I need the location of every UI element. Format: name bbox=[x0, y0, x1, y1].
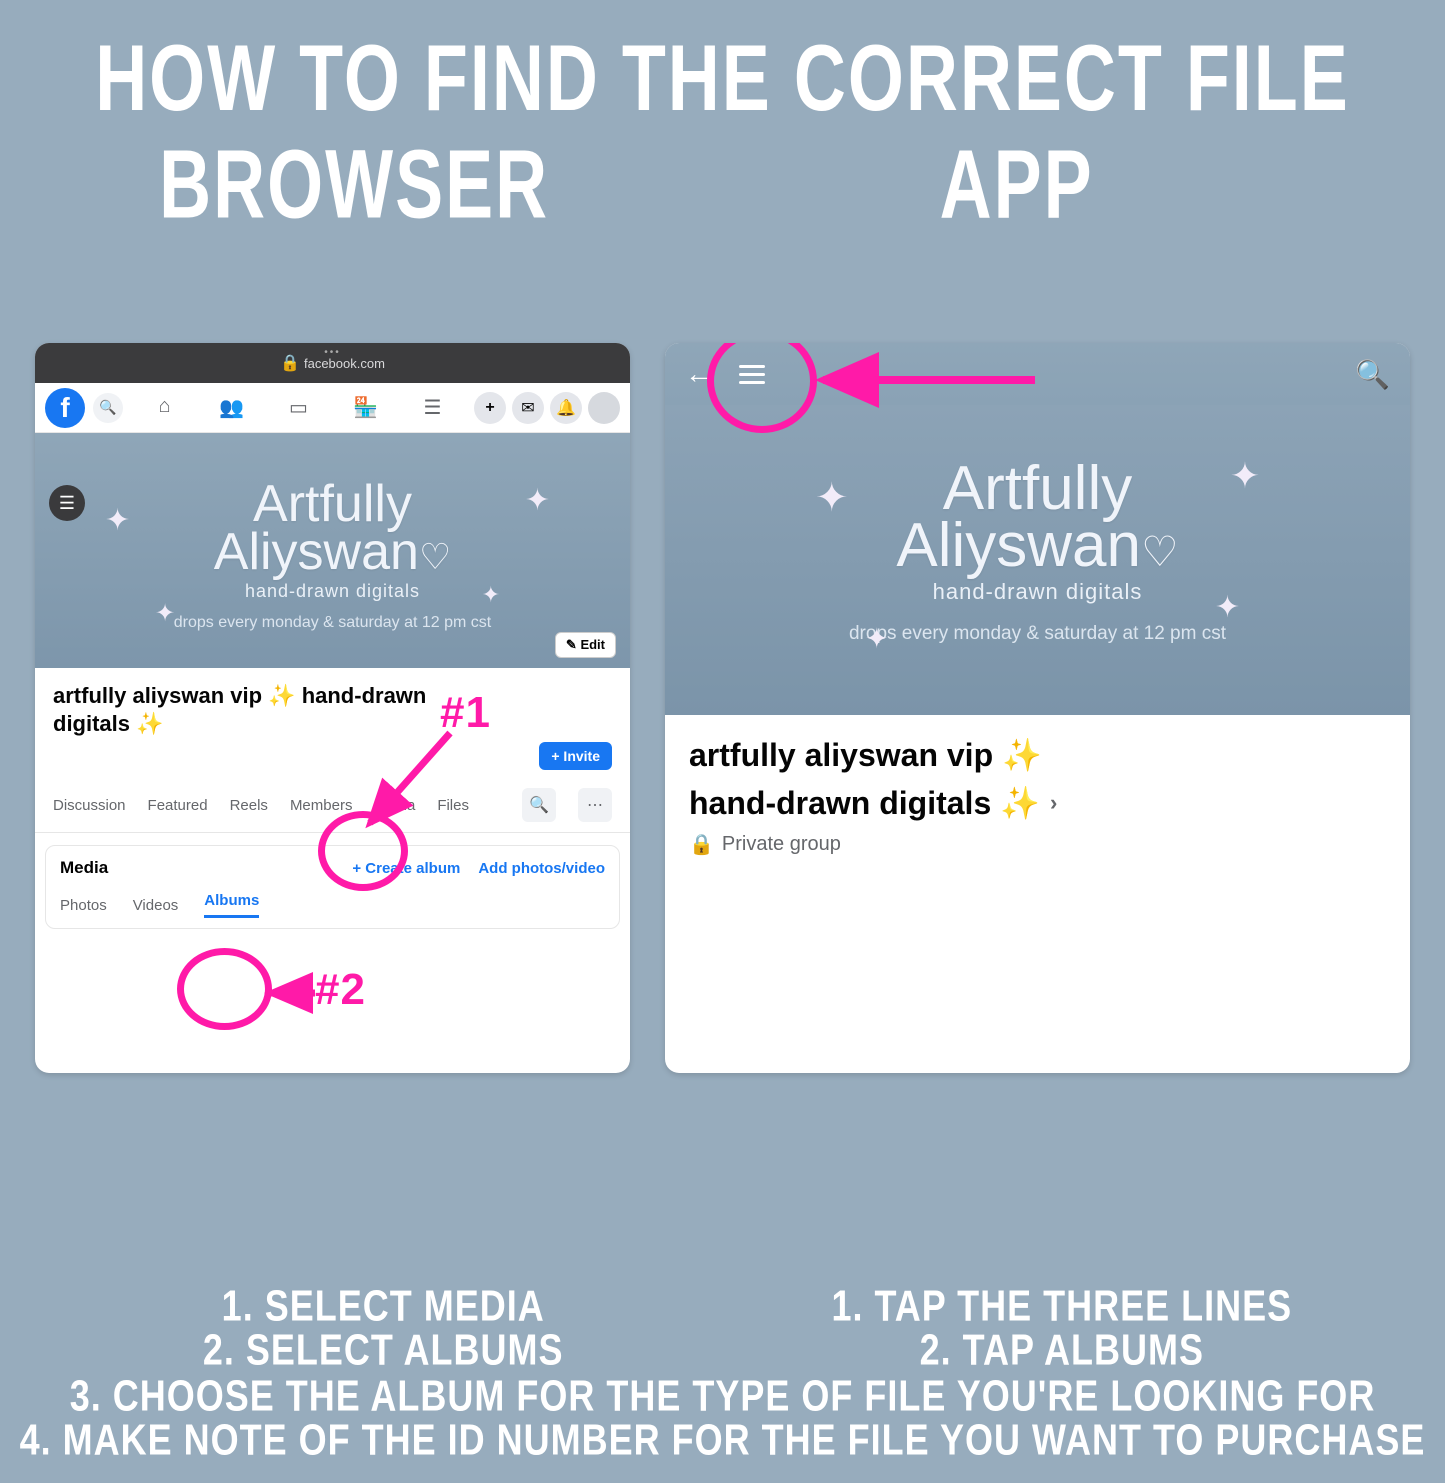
search-icon[interactable]: 🔍 bbox=[1355, 358, 1390, 391]
browser-step-2: 2. SELECT ALBUMS bbox=[70, 1324, 696, 1375]
app-group-header[interactable]: artfully aliyswan vip ✨ hand-drawn digit… bbox=[665, 715, 1410, 877]
app-brand-schedule: drops every monday & saturday at 12 pm c… bbox=[665, 623, 1410, 645]
url-text: facebook.com bbox=[304, 356, 385, 371]
home-icon[interactable]: ⌂ bbox=[150, 395, 180, 420]
chevron-right-icon: › bbox=[1050, 789, 1057, 818]
subtab-videos[interactable]: Videos bbox=[133, 897, 179, 914]
media-card-title: Media bbox=[60, 858, 108, 878]
friends-icon[interactable]: 👥 bbox=[217, 395, 247, 420]
group-cover: ☰ ✦ ✦ ✦ ✦ Artfully Aliyswan♡ hand-drawn … bbox=[35, 433, 630, 668]
subtab-photos[interactable]: Photos bbox=[60, 897, 107, 914]
browser-address-bar: ••• 🔒 facebook.com bbox=[35, 343, 630, 383]
annotation-circle-2 bbox=[177, 948, 272, 1030]
tab-featured[interactable]: Featured bbox=[148, 797, 208, 814]
brand-schedule: drops every monday & saturday at 12 pm c… bbox=[35, 614, 630, 632]
app-brand-subtitle: hand-drawn digitals bbox=[665, 579, 1410, 605]
app-screenshot: ← 🔍 ✦ ✦ ✦ ✦ Artfully Aliyswan♡ hand-draw… bbox=[665, 343, 1410, 1073]
privacy-label: Private group bbox=[722, 833, 841, 856]
avatar[interactable] bbox=[588, 392, 620, 424]
hamburger-icon[interactable]: ☰ bbox=[418, 395, 448, 420]
marketplace-icon[interactable]: 🏪 bbox=[351, 395, 381, 420]
shared-step-4: 4. MAKE NOTE OF THE ID NUMBER FOR THE FI… bbox=[0, 1414, 1445, 1465]
app-group-title-line1: artfully aliyswan vip ✨ bbox=[689, 735, 1042, 777]
lock-icon: 🔒 bbox=[689, 832, 714, 857]
browser-screenshot: ••• 🔒 facebook.com f 🔍 ⌂ 👥 ▭ 🏪 ☰ + ✉ 🔔 ☰… bbox=[35, 343, 630, 1073]
window-dots-icon: ••• bbox=[324, 347, 341, 358]
watch-icon[interactable]: ▭ bbox=[284, 395, 314, 420]
lock-icon: 🔒 bbox=[280, 353, 300, 373]
app-step-2: 2. TAP ALBUMS bbox=[749, 1324, 1375, 1375]
tab-members[interactable]: Members bbox=[290, 797, 353, 814]
annotation-arrow-2 bbox=[265, 981, 325, 1005]
messenger-icon[interactable]: ✉ bbox=[512, 392, 544, 424]
tab-reels[interactable]: Reels bbox=[230, 797, 268, 814]
search-icon: 🔍 bbox=[99, 399, 116, 416]
app-heading: APP bbox=[648, 130, 1385, 241]
tab-search-button[interactable]: 🔍 bbox=[522, 788, 556, 822]
tab-more-button[interactable]: ⋯ bbox=[578, 788, 612, 822]
tab-discussion[interactable]: Discussion bbox=[53, 797, 126, 814]
notifications-icon[interactable]: 🔔 bbox=[550, 392, 582, 424]
facebook-logo-icon[interactable]: f bbox=[45, 388, 85, 428]
facebook-topbar: f 🔍 ⌂ 👥 ▭ 🏪 ☰ + ✉ 🔔 bbox=[35, 383, 630, 433]
page-title: HOW TO FIND THE CORRECT FILE bbox=[0, 26, 1445, 133]
app-group-title-line2: hand-drawn digitals ✨ bbox=[689, 783, 1040, 825]
brand-subtitle: hand-drawn digitals bbox=[35, 581, 630, 602]
edit-cover-button[interactable]: ✎ Edit bbox=[555, 632, 616, 658]
annotation-arrow-hamburger bbox=[815, 365, 1045, 395]
instructions-block: 1. SELECT MEDIA 2. SELECT ALBUMS 1. TAP … bbox=[0, 1283, 1445, 1463]
create-button[interactable]: + bbox=[474, 392, 506, 424]
add-photos-link[interactable]: Add photos/video bbox=[478, 860, 605, 877]
invite-button[interactable]: + Invite bbox=[539, 742, 612, 770]
subtab-albums[interactable]: Albums bbox=[204, 892, 259, 918]
browser-heading: BROWSER bbox=[60, 130, 648, 241]
app-group-cover: ✦ ✦ ✦ ✦ Artfully Aliyswan♡ hand-drawn di… bbox=[665, 405, 1410, 715]
annotation-arrow-1 bbox=[355, 728, 475, 838]
cover-menu-button[interactable]: ☰ bbox=[49, 485, 85, 521]
search-button[interactable]: 🔍 bbox=[93, 393, 123, 423]
